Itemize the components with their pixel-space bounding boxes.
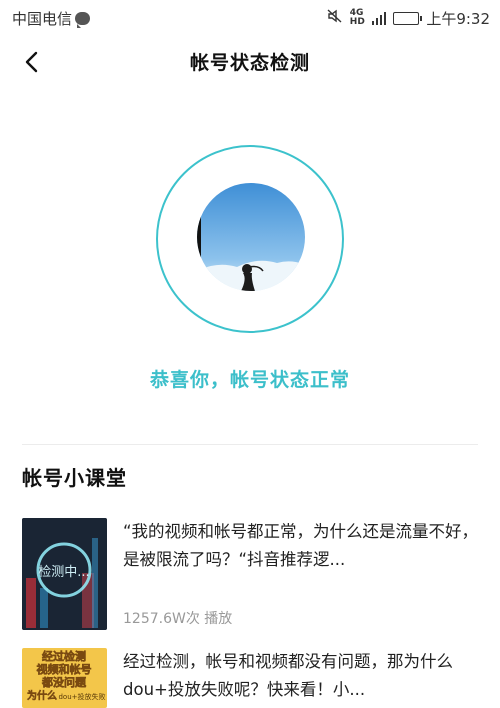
message-bubble-icon xyxy=(75,11,91,28)
article-meta: 1257.6W次 播放 xyxy=(123,608,232,628)
clock-time: 上午9:32 xyxy=(426,9,490,28)
article-item[interactable]: 检测中... “我的视频和帐号都正常，为什么还是流量不好，是被限流了吗？“抖音推… xyxy=(22,518,478,630)
article-item[interactable]: 经过检测 视频和帐号 都没问题 为什么 dou+投放失败 经过检测，帐号和视频都… xyxy=(22,648,478,708)
status-right: 4G HD 上午9:32 xyxy=(327,8,490,29)
carrier-label: 中国电信 xyxy=(12,9,73,28)
mute-icon xyxy=(327,9,343,27)
article-thumbnail-image: 检测中... xyxy=(22,518,107,630)
thumb-text: 检测中... xyxy=(38,565,89,580)
section-title: 帐号小课堂 xyxy=(22,466,127,490)
status-left: 中国电信 xyxy=(12,8,91,29)
thumb-line-3: 都没问题 xyxy=(41,675,87,689)
network-hd-label: HD xyxy=(349,17,365,27)
article-thumbnail-image: 经过检测 视频和帐号 都没问题 为什么 dou+投放失败 xyxy=(22,648,107,708)
avatar xyxy=(197,183,305,291)
view-label: 播放 xyxy=(204,611,233,627)
thumb-line-5: dou+投放失败 xyxy=(58,692,105,701)
article-thumbnail: 经过检测 视频和帐号 都没问题 为什么 dou+投放失败 xyxy=(22,648,107,708)
status-bar: 中国电信 4G HD 上午9:32 xyxy=(0,0,500,36)
thumb-line-2: 视频和帐号 xyxy=(37,662,92,676)
article-title: “我的视频和帐号都正常，为什么还是流量不好，是被限流了吗？“抖音推荐逻... xyxy=(123,522,479,569)
signal-strength-icon xyxy=(371,11,387,25)
status-message: 恭喜你，帐号状态正常 xyxy=(149,369,350,391)
article-thumbnail: 检测中... xyxy=(22,518,107,630)
thumb-line-1: 经过检测 xyxy=(42,649,86,663)
divider xyxy=(22,444,478,445)
article-title: 经过检测，帐号和视频都没有问题，那为什么dou+投放失败呢？快来看！小... xyxy=(123,652,453,699)
network-type-label: 4G HD xyxy=(350,9,365,27)
thumb-line-4: 为什么 xyxy=(27,689,57,702)
view-count: 1257.6W次 xyxy=(123,611,200,627)
page-title: 帐号状态检测 xyxy=(189,52,310,74)
battery-icon xyxy=(393,11,423,25)
nav-header: 帐号状态检测 xyxy=(0,36,500,88)
avatar-image xyxy=(197,183,305,291)
